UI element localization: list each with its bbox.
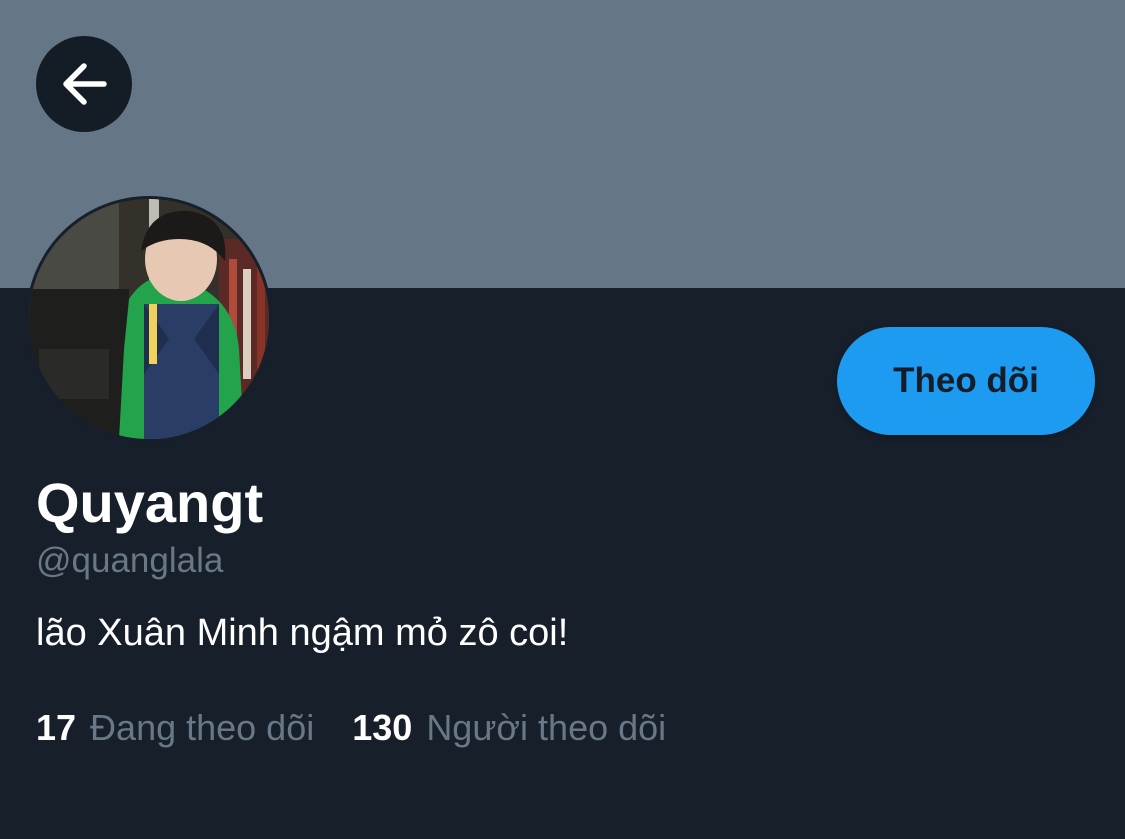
following-count: 17 xyxy=(36,707,77,748)
followers-stat[interactable]: 130 Người theo dõi xyxy=(352,706,666,750)
follow-button[interactable]: Theo dõi xyxy=(837,327,1095,435)
display-name: Quyangt xyxy=(36,471,264,534)
followers-label: Người theo dõi xyxy=(426,707,667,748)
following-label: Đang theo dõi xyxy=(90,707,315,748)
username-handle: @quanglala xyxy=(36,541,224,580)
profile-bio: lão Xuân Minh ngậm mỏ zô coi! xyxy=(36,612,569,654)
avatar-photo xyxy=(29,199,269,439)
following-stat[interactable]: 17 Đang theo dõi xyxy=(36,706,314,750)
followers-count: 130 xyxy=(352,707,413,748)
profile-stats: 17 Đang theo dõi 130 Người theo dõi xyxy=(36,706,666,750)
arrow-left-icon xyxy=(63,63,107,105)
avatar[interactable] xyxy=(26,196,272,442)
back-button[interactable] xyxy=(36,36,132,132)
